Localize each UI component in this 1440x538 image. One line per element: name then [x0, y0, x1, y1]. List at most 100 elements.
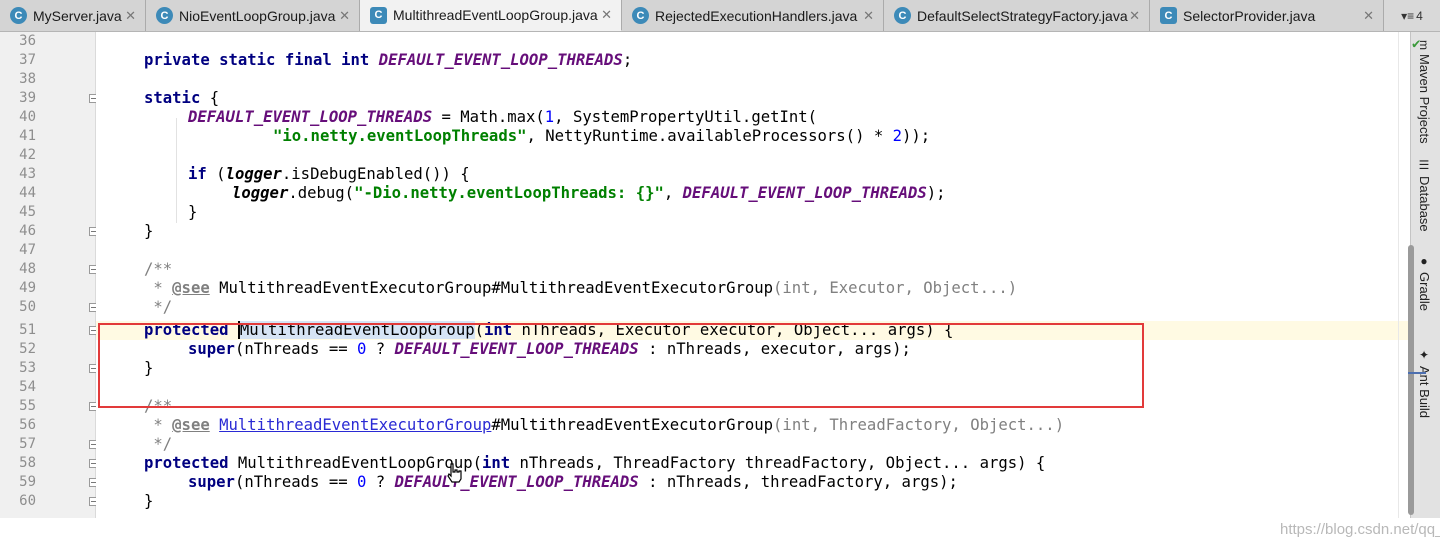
inspection-ok-icon: ✔: [1412, 36, 1421, 52]
doc-link[interactable]: MultithreadEventExecutorGroup: [219, 416, 491, 434]
code-line-60[interactable]: }: [144, 492, 153, 511]
tab-rejectedexecutionhandlers[interactable]: C RejectedExecutionHandlers.java ✕: [622, 0, 884, 31]
code-line-49[interactable]: * @see MultithreadEventExecutorGroup#Mul…: [144, 279, 1017, 298]
code-text: ,: [663, 184, 683, 202]
code-line-43[interactable]: if (logger.isDebugEnabled()) {: [188, 165, 470, 184]
doc-comment: */: [144, 298, 173, 316]
line-number: 40: [19, 109, 36, 125]
line-number: 47: [19, 242, 36, 258]
tab-label: NioEventLoopGroup.java: [179, 7, 336, 24]
line-number: 46: [19, 223, 36, 239]
keyword: static: [144, 89, 201, 107]
tab-multithreadeventloopgroup[interactable]: C MultithreadEventLoopGroup.java ✕: [360, 0, 622, 31]
ant-build-tool[interactable]: ✦Ant Build: [1417, 348, 1432, 418]
class-icon: C: [10, 7, 27, 24]
code-line-41[interactable]: "io.netty.eventLoopThreads", NettyRuntim…: [273, 127, 930, 146]
hidden-tab-count: 4: [1416, 8, 1423, 23]
close-icon[interactable]: ✕: [601, 7, 612, 23]
constant: DEFAULT_EVENT_LOOP_THREADS: [188, 108, 433, 126]
editor-tab-bar: C MyServer.java ✕ C NioEventLoopGroup.ja…: [0, 0, 1440, 32]
string-literal: "io.netty.eventLoopThreads": [273, 127, 527, 145]
code-text: = Math.max(: [432, 108, 545, 126]
code-line-58[interactable]: protected MultithreadEventLoopGroup(int …: [144, 454, 1045, 473]
code-text: {: [200, 89, 220, 107]
line-number: 38: [19, 71, 36, 87]
number-literal: 1: [544, 108, 555, 126]
line-number: 54: [19, 379, 36, 395]
keyword: private static final int: [144, 51, 379, 69]
keyword: if: [188, 165, 207, 183]
close-icon[interactable]: ✕: [339, 8, 350, 24]
class-icon: C: [894, 7, 911, 24]
class-icon: C: [632, 7, 649, 24]
maven-projects-tool[interactable]: mMaven Projects: [1417, 40, 1432, 144]
code-line-40[interactable]: DEFAULT_EVENT_LOOP_THREADS = Math.max(1,…: [188, 108, 817, 127]
line-number: 57: [19, 436, 36, 452]
tab-selectorprovider[interactable]: C SelectorProvider.java ✕: [1150, 0, 1384, 31]
code-editor[interactable]: private static final int DEFAULT_EVENT_L…: [96, 32, 1440, 538]
line-number: 58: [19, 455, 36, 471]
code-line-50[interactable]: */: [144, 298, 172, 317]
doc-reference: #MultithreadEventExecutorGroup: [491, 416, 774, 434]
tab-defaultselectstrategyfactory[interactable]: C DefaultSelectStrategyFactory.java ✕: [884, 0, 1150, 31]
code-text: ?: [366, 473, 395, 491]
constant: DEFAULT_EVENT_LOOP_THREADS: [682, 184, 927, 202]
tab-label: MyServer.java: [33, 7, 122, 24]
hand-cursor-icon: [447, 463, 462, 483]
vertical-scrollbar[interactable]: [1408, 245, 1414, 515]
number-literal: 0: [357, 473, 367, 491]
constant: DEFAULT_EVENT_LOOP_THREADS: [378, 51, 623, 69]
gradle-icon: ●: [1417, 254, 1431, 268]
line-number: 48: [19, 261, 36, 277]
code-line-39[interactable]: static {: [144, 89, 219, 108]
tab-list-menu-button[interactable]: ▾≡ 4: [1384, 0, 1440, 31]
close-icon[interactable]: ✕: [863, 8, 874, 24]
line-number-gutter[interactable]: 36 37 38 39 40 41 42 43 44 45 46 47 48 4…: [0, 32, 98, 518]
line-number: 41: [19, 128, 36, 144]
line-number: 55: [19, 398, 36, 414]
field-reference: logger: [225, 165, 282, 183]
tab-label: SelectorProvider.java: [1183, 7, 1316, 24]
line-number: 60: [19, 493, 36, 509]
close-icon[interactable]: ✕: [125, 8, 136, 24]
gradle-tool[interactable]: ● Gradle: [1417, 254, 1432, 311]
doc-comment: *: [144, 416, 173, 434]
tab-list-icon: ▾≡: [1401, 8, 1415, 23]
tab-nioeventloopgroup[interactable]: C NioEventLoopGroup.java ✕: [146, 0, 360, 31]
code-line-56[interactable]: * @see MultithreadEventExecutorGroup#Mul…: [144, 416, 1064, 435]
keyword: super: [188, 473, 235, 491]
code-text: .isDebugEnabled()) {: [281, 165, 470, 183]
string-literal: "-Dio.netty.eventLoopThreads: {}": [354, 184, 664, 202]
tab-label: DefaultSelectStrategyFactory.java: [917, 7, 1128, 24]
tab-myserver[interactable]: C MyServer.java ✕: [0, 0, 146, 31]
code-text: ;: [622, 51, 633, 69]
number-literal: 2: [892, 127, 903, 145]
code-text: );: [926, 184, 946, 202]
tool-label: Database: [1417, 176, 1432, 232]
code-text: ));: [902, 127, 931, 145]
doc-comment: (int, ThreadFactory, Object...): [773, 416, 1065, 434]
database-icon: ☰: [1417, 158, 1431, 172]
field-reference: logger: [232, 184, 289, 202]
constant: DEFAULT_EVENT_LOOP_THREADS: [394, 473, 639, 491]
code-text: }: [144, 492, 154, 510]
code-line-37[interactable]: private static final int DEFAULT_EVENT_L…: [144, 51, 632, 70]
database-tool[interactable]: ☰ Database: [1417, 158, 1432, 232]
code-line-59[interactable]: super(nThreads == 0 ? DEFAULT_EVENT_LOOP…: [188, 473, 958, 492]
doc-comment: *: [144, 279, 173, 297]
line-number: 50: [19, 299, 36, 315]
code-line-57[interactable]: */: [144, 435, 172, 454]
close-icon[interactable]: ✕: [1363, 8, 1374, 24]
code-line-44[interactable]: logger.debug("-Dio.netty.eventLoopThread…: [232, 184, 946, 203]
close-icon[interactable]: ✕: [1129, 8, 1140, 24]
code-text: : nThreads, threadFactory, args);: [638, 473, 958, 491]
code-line-45[interactable]: }: [188, 203, 197, 222]
indent-guide: [176, 118, 177, 223]
code-line-48[interactable]: /**: [144, 260, 172, 279]
line-number: 37: [19, 52, 36, 68]
code-line-46[interactable]: }: [144, 222, 153, 241]
tool-label: Maven Projects: [1417, 54, 1432, 144]
error-stripe-marker[interactable]: [1408, 372, 1426, 374]
javadoc-tag: @see: [172, 416, 210, 434]
line-number: 49: [19, 280, 36, 296]
